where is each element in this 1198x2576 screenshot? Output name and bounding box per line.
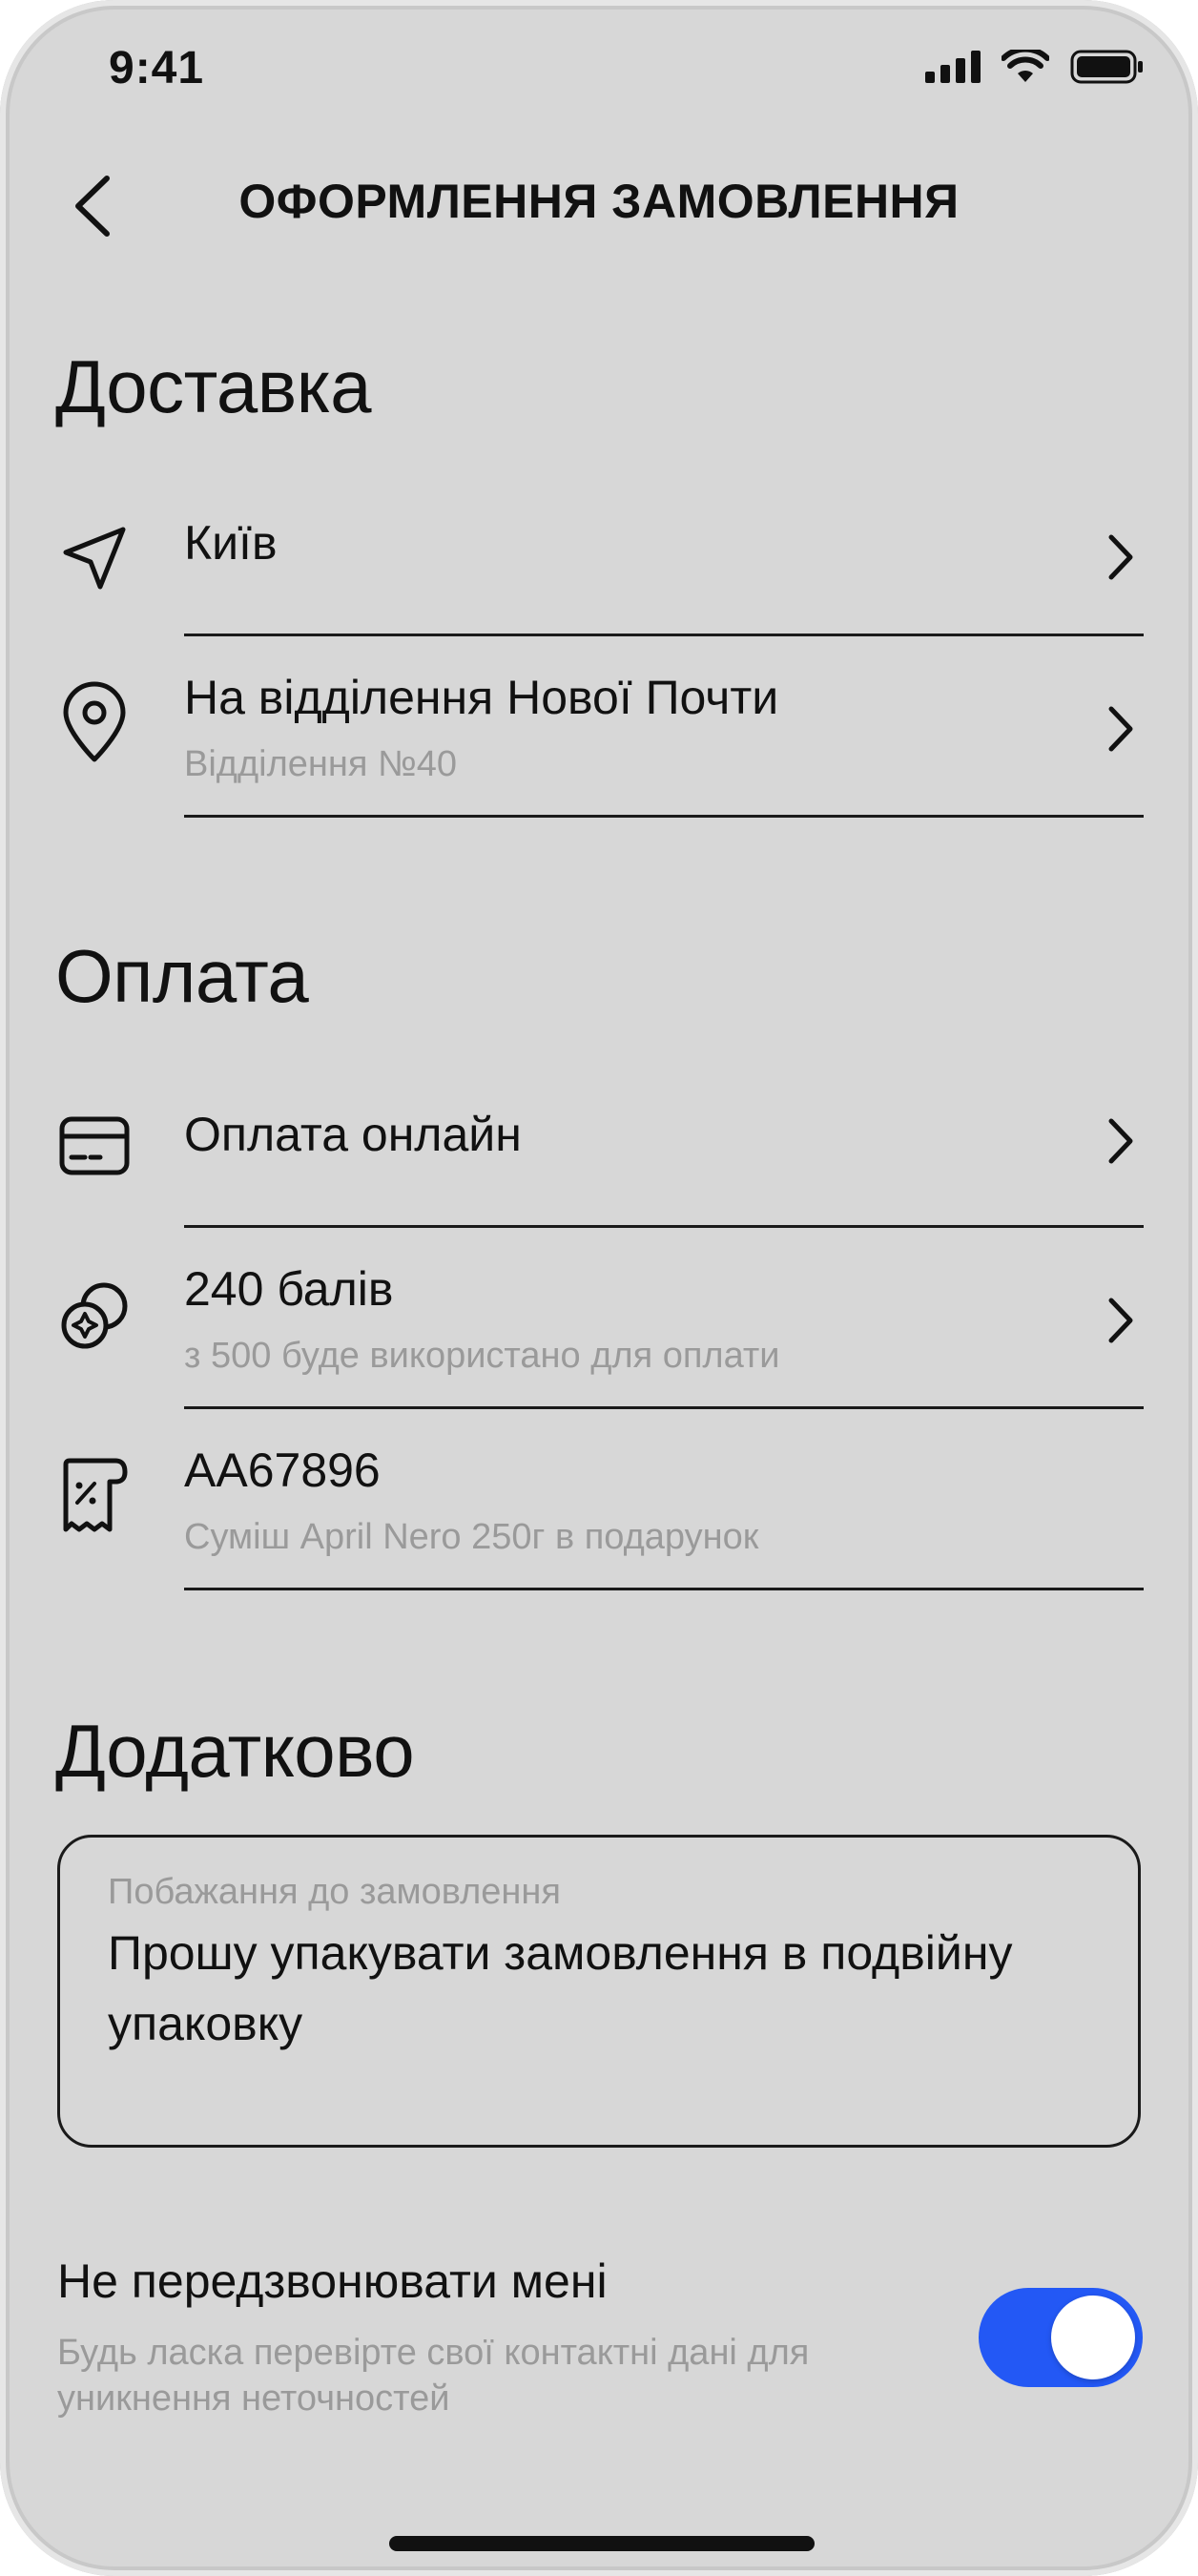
- delivery-city-row[interactable]: Київ: [0, 487, 1198, 630]
- coins-icon: [55, 1277, 134, 1355]
- payment-points-row[interactable]: 240 балів з 500 буде використано для опл…: [0, 1229, 1198, 1406]
- order-wish-label: Побажання до замовлення: [108, 1872, 561, 1912]
- payment-points-sublabel: з 500 буде використано для оплати: [184, 1336, 780, 1376]
- toggle-knob: [1051, 2296, 1135, 2379]
- wifi-icon: [1002, 50, 1049, 84]
- chevron-right-icon: [1102, 1112, 1140, 1170]
- chevron-right-icon: [1102, 529, 1140, 586]
- delivery-method-row[interactable]: На відділення Нової Почти Відділення №40: [0, 637, 1198, 815]
- order-wish-value: Прошу упакувати замовлення в подвійну уп…: [108, 1926, 1013, 2050]
- payment-method-row[interactable]: Оплата онлайн: [0, 1078, 1198, 1225]
- payment-promo-row[interactable]: AA67896 Суміш April Nero 250г в подаруно…: [0, 1410, 1198, 1588]
- receipt-discount-icon: [55, 1456, 134, 1534]
- status-bar: 9:41: [0, 0, 1198, 143]
- divider: [184, 815, 1144, 818]
- signal-icon: [925, 51, 981, 83]
- payment-points-label: 240 балів: [184, 1262, 394, 1316]
- divider: [184, 1406, 1144, 1409]
- callback-toggle-sublabel: Будь ласка перевірте свої контактні дані…: [57, 2333, 810, 2419]
- battery-icon: [1070, 50, 1145, 84]
- divider: [184, 1588, 1144, 1590]
- payment-section-title: Оплата: [55, 934, 309, 1018]
- delivery-method-label: На відділення Нової Почти: [184, 671, 779, 724]
- delivery-section-title: Доставка: [55, 344, 371, 428]
- divider: [184, 1225, 1144, 1228]
- delivery-city-label: Київ: [184, 516, 278, 570]
- callback-toggle[interactable]: [979, 2288, 1143, 2387]
- divider: [184, 634, 1144, 636]
- chevron-right-icon: [1102, 1292, 1140, 1349]
- order-wish-textarea[interactable]: Побажання до замовлення Прошу упакувати …: [57, 1835, 1141, 2148]
- payment-promo-code: AA67896: [184, 1444, 381, 1497]
- header: ОФОРМЛЕННЯ ЗАМОВЛЕННЯ: [0, 162, 1198, 248]
- status-time: 9:41: [109, 43, 205, 93]
- callback-toggle-label: Не передзвонювати мені: [57, 2254, 608, 2308]
- chevron-right-icon: [1102, 700, 1140, 758]
- map-pin-icon: [55, 681, 134, 762]
- phone-screen: 9:41 ОФОРМЛЕННЯ ЗАМОВЛЕННЯ Доставка Київ…: [0, 0, 1198, 2576]
- credit-card-icon: [55, 1107, 134, 1185]
- status-icons: [925, 50, 1145, 84]
- extra-section-title: Додатково: [55, 1709, 415, 1793]
- delivery-method-sublabel: Відділення №40: [184, 744, 458, 784]
- page-title: ОФОРМЛЕННЯ ЗАМОВЛЕННЯ: [238, 175, 960, 228]
- payment-promo-sublabel: Суміш April Nero 250г в подарунок: [184, 1517, 759, 1557]
- payment-method-label: Оплата онлайн: [184, 1108, 522, 1161]
- navigation-arrow-icon: [55, 519, 134, 597]
- home-indicator: [389, 2536, 815, 2551]
